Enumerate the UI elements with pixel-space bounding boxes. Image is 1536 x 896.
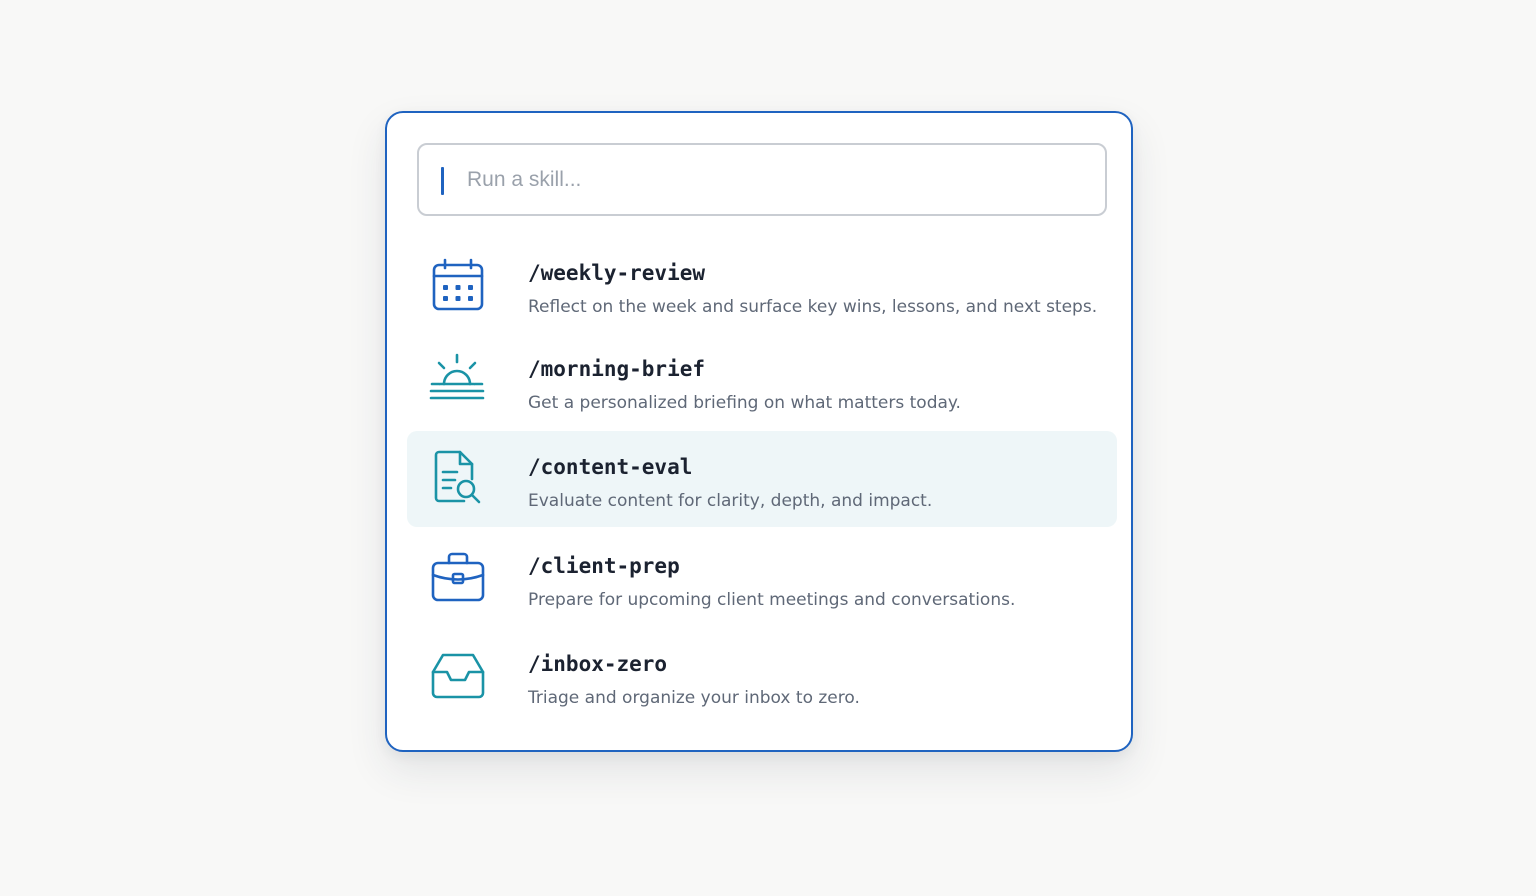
skill-command: /morning-brief [528, 357, 706, 381]
calendar-icon [427, 255, 487, 315]
briefcase-icon [427, 548, 487, 608]
skill-command: /client-prep [528, 554, 680, 578]
skill-command: /weekly-review [528, 261, 706, 285]
skill-description: Triage and organize your inbox to zero. [528, 688, 860, 708]
command-palette: /weekly-review Reflect on the week and s… [385, 111, 1133, 752]
text-caret [441, 167, 444, 195]
skill-item-client-prep[interactable]: /client-prep Prepare for upcoming client… [407, 530, 1117, 626]
skill-description: Evaluate content for clarity, depth, and… [528, 491, 933, 511]
skill-description: Reflect on the week and surface key wins… [528, 297, 1098, 317]
skill-command: /inbox-zero [528, 652, 668, 676]
skill-item-content-eval[interactable]: /content-eval Evaluate content for clari… [407, 431, 1117, 527]
inbox-tray-icon [427, 646, 487, 706]
skill-command: /content-eval [528, 455, 693, 479]
skill-description: Get a personalized briefing on what matt… [528, 393, 961, 413]
skill-item-inbox-zero[interactable]: /inbox-zero Triage and organize your inb… [407, 628, 1117, 724]
skill-item-weekly-review[interactable]: /weekly-review Reflect on the week and s… [407, 237, 1117, 333]
skill-description: Prepare for upcoming client meetings and… [528, 590, 1016, 610]
document-search-icon [427, 449, 487, 509]
skill-item-morning-brief[interactable]: /morning-brief Get a personalized briefi… [407, 333, 1117, 429]
sunrise-icon [427, 351, 487, 411]
search-input[interactable] [467, 145, 1087, 214]
search-box[interactable] [417, 143, 1107, 216]
